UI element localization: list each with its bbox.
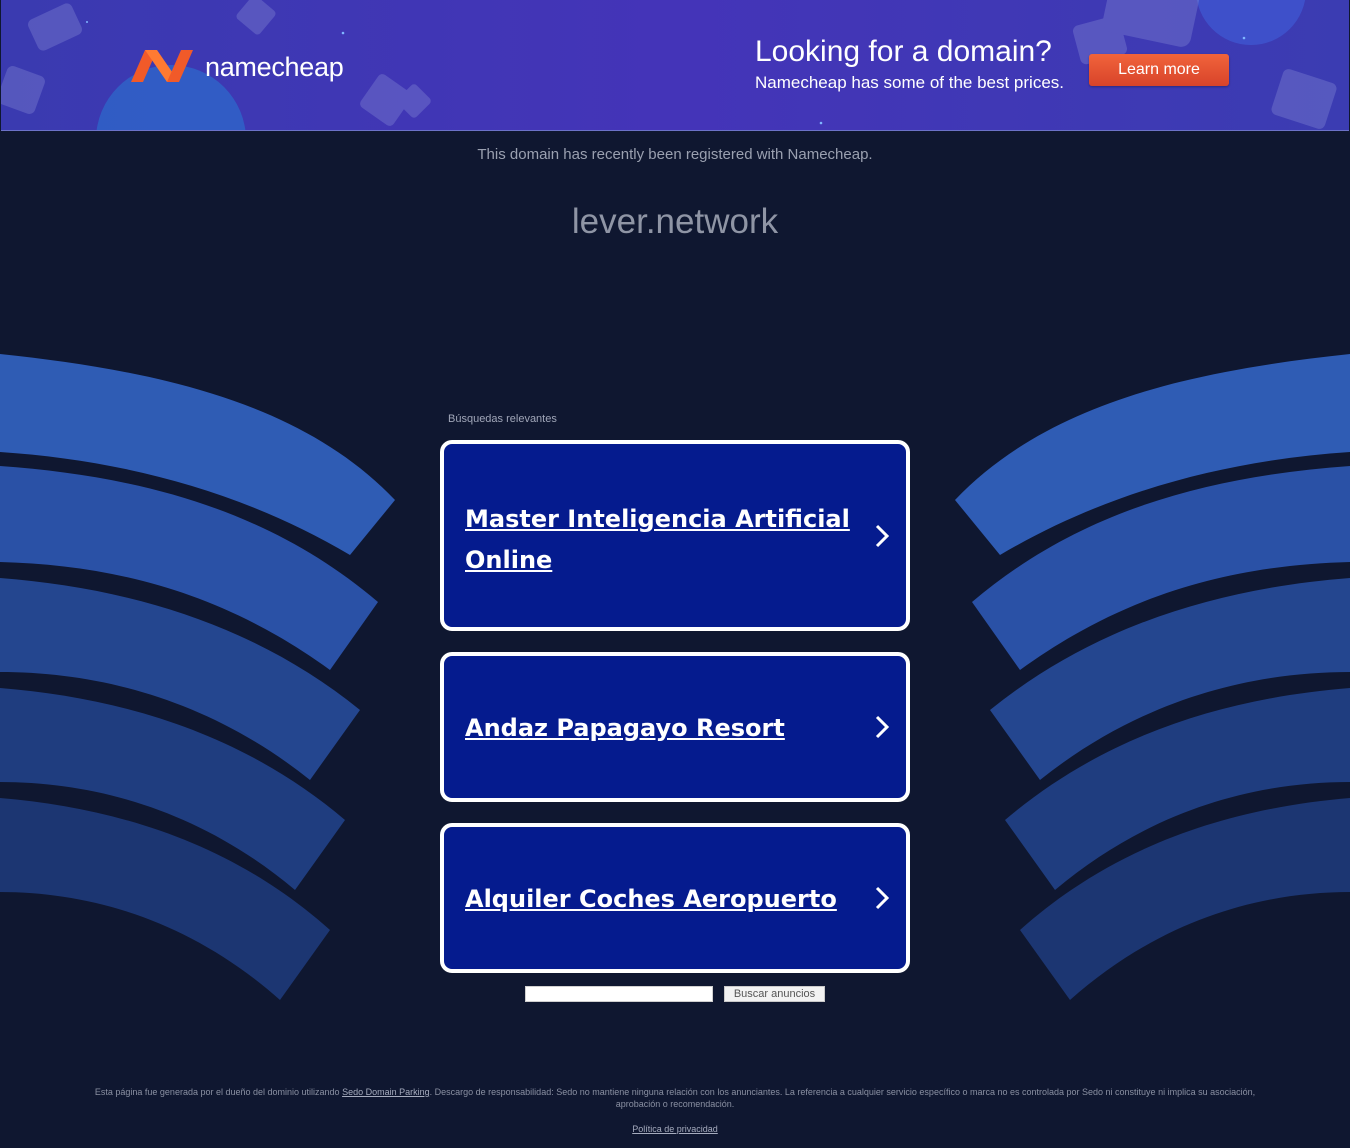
ad-search-input[interactable] bbox=[525, 986, 713, 1002]
related-searches-label: Búsquedas relevantes bbox=[448, 413, 557, 425]
domain-title: lever.network bbox=[571, 202, 779, 241]
chevron-right-icon bbox=[875, 715, 890, 739]
result-link-label[interactable]: Alquiler Coches Aeropuerto bbox=[465, 879, 865, 920]
namecheap-logo-icon bbox=[131, 50, 193, 82]
result-link-label[interactable]: Andaz Papagayo Resort bbox=[465, 708, 865, 749]
registered-note: This domain has recently been registered… bbox=[477, 146, 873, 163]
disclaimer-text-start: Esta página fue generada por el dueño de… bbox=[94, 1087, 343, 1097]
privacy-policy: Política de privacidad bbox=[0, 1124, 1350, 1134]
namecheap-banner[interactable]: namecheap Looking for a domain? Namechea… bbox=[1, 0, 1349, 131]
learn-more-button[interactable]: Learn more bbox=[1089, 54, 1229, 86]
result-link-label[interactable]: Master Inteligencia Artificial Online bbox=[465, 499, 865, 581]
namecheap-logo[interactable]: namecheap bbox=[129, 46, 344, 88]
promo-subtitle: Namecheap has some of the best prices. bbox=[755, 73, 1064, 92]
result-link-1[interactable]: Master Inteligencia Artificial Online bbox=[440, 440, 910, 631]
search-ads-button[interactable]: Buscar anuncios bbox=[724, 986, 825, 1002]
result-link-2[interactable]: Andaz Papagayo Resort bbox=[440, 652, 910, 802]
chevron-right-icon bbox=[875, 886, 890, 910]
sedo-parking-link[interactable]: Sedo Domain Parking bbox=[342, 1087, 430, 1097]
privacy-policy-link[interactable]: Política de privacidad bbox=[632, 1124, 718, 1134]
disclaimer-text-end: . Descargo de responsabilidad: Sedo no m… bbox=[429, 1087, 1256, 1109]
brand-name: namecheap bbox=[205, 52, 344, 82]
chevron-right-icon bbox=[875, 524, 890, 548]
promo-title: Looking for a domain? bbox=[755, 35, 1052, 68]
disclaimer: Esta página fue generada por el dueño de… bbox=[75, 1086, 1275, 1110]
result-link-3[interactable]: Alquiler Coches Aeropuerto bbox=[440, 823, 910, 973]
